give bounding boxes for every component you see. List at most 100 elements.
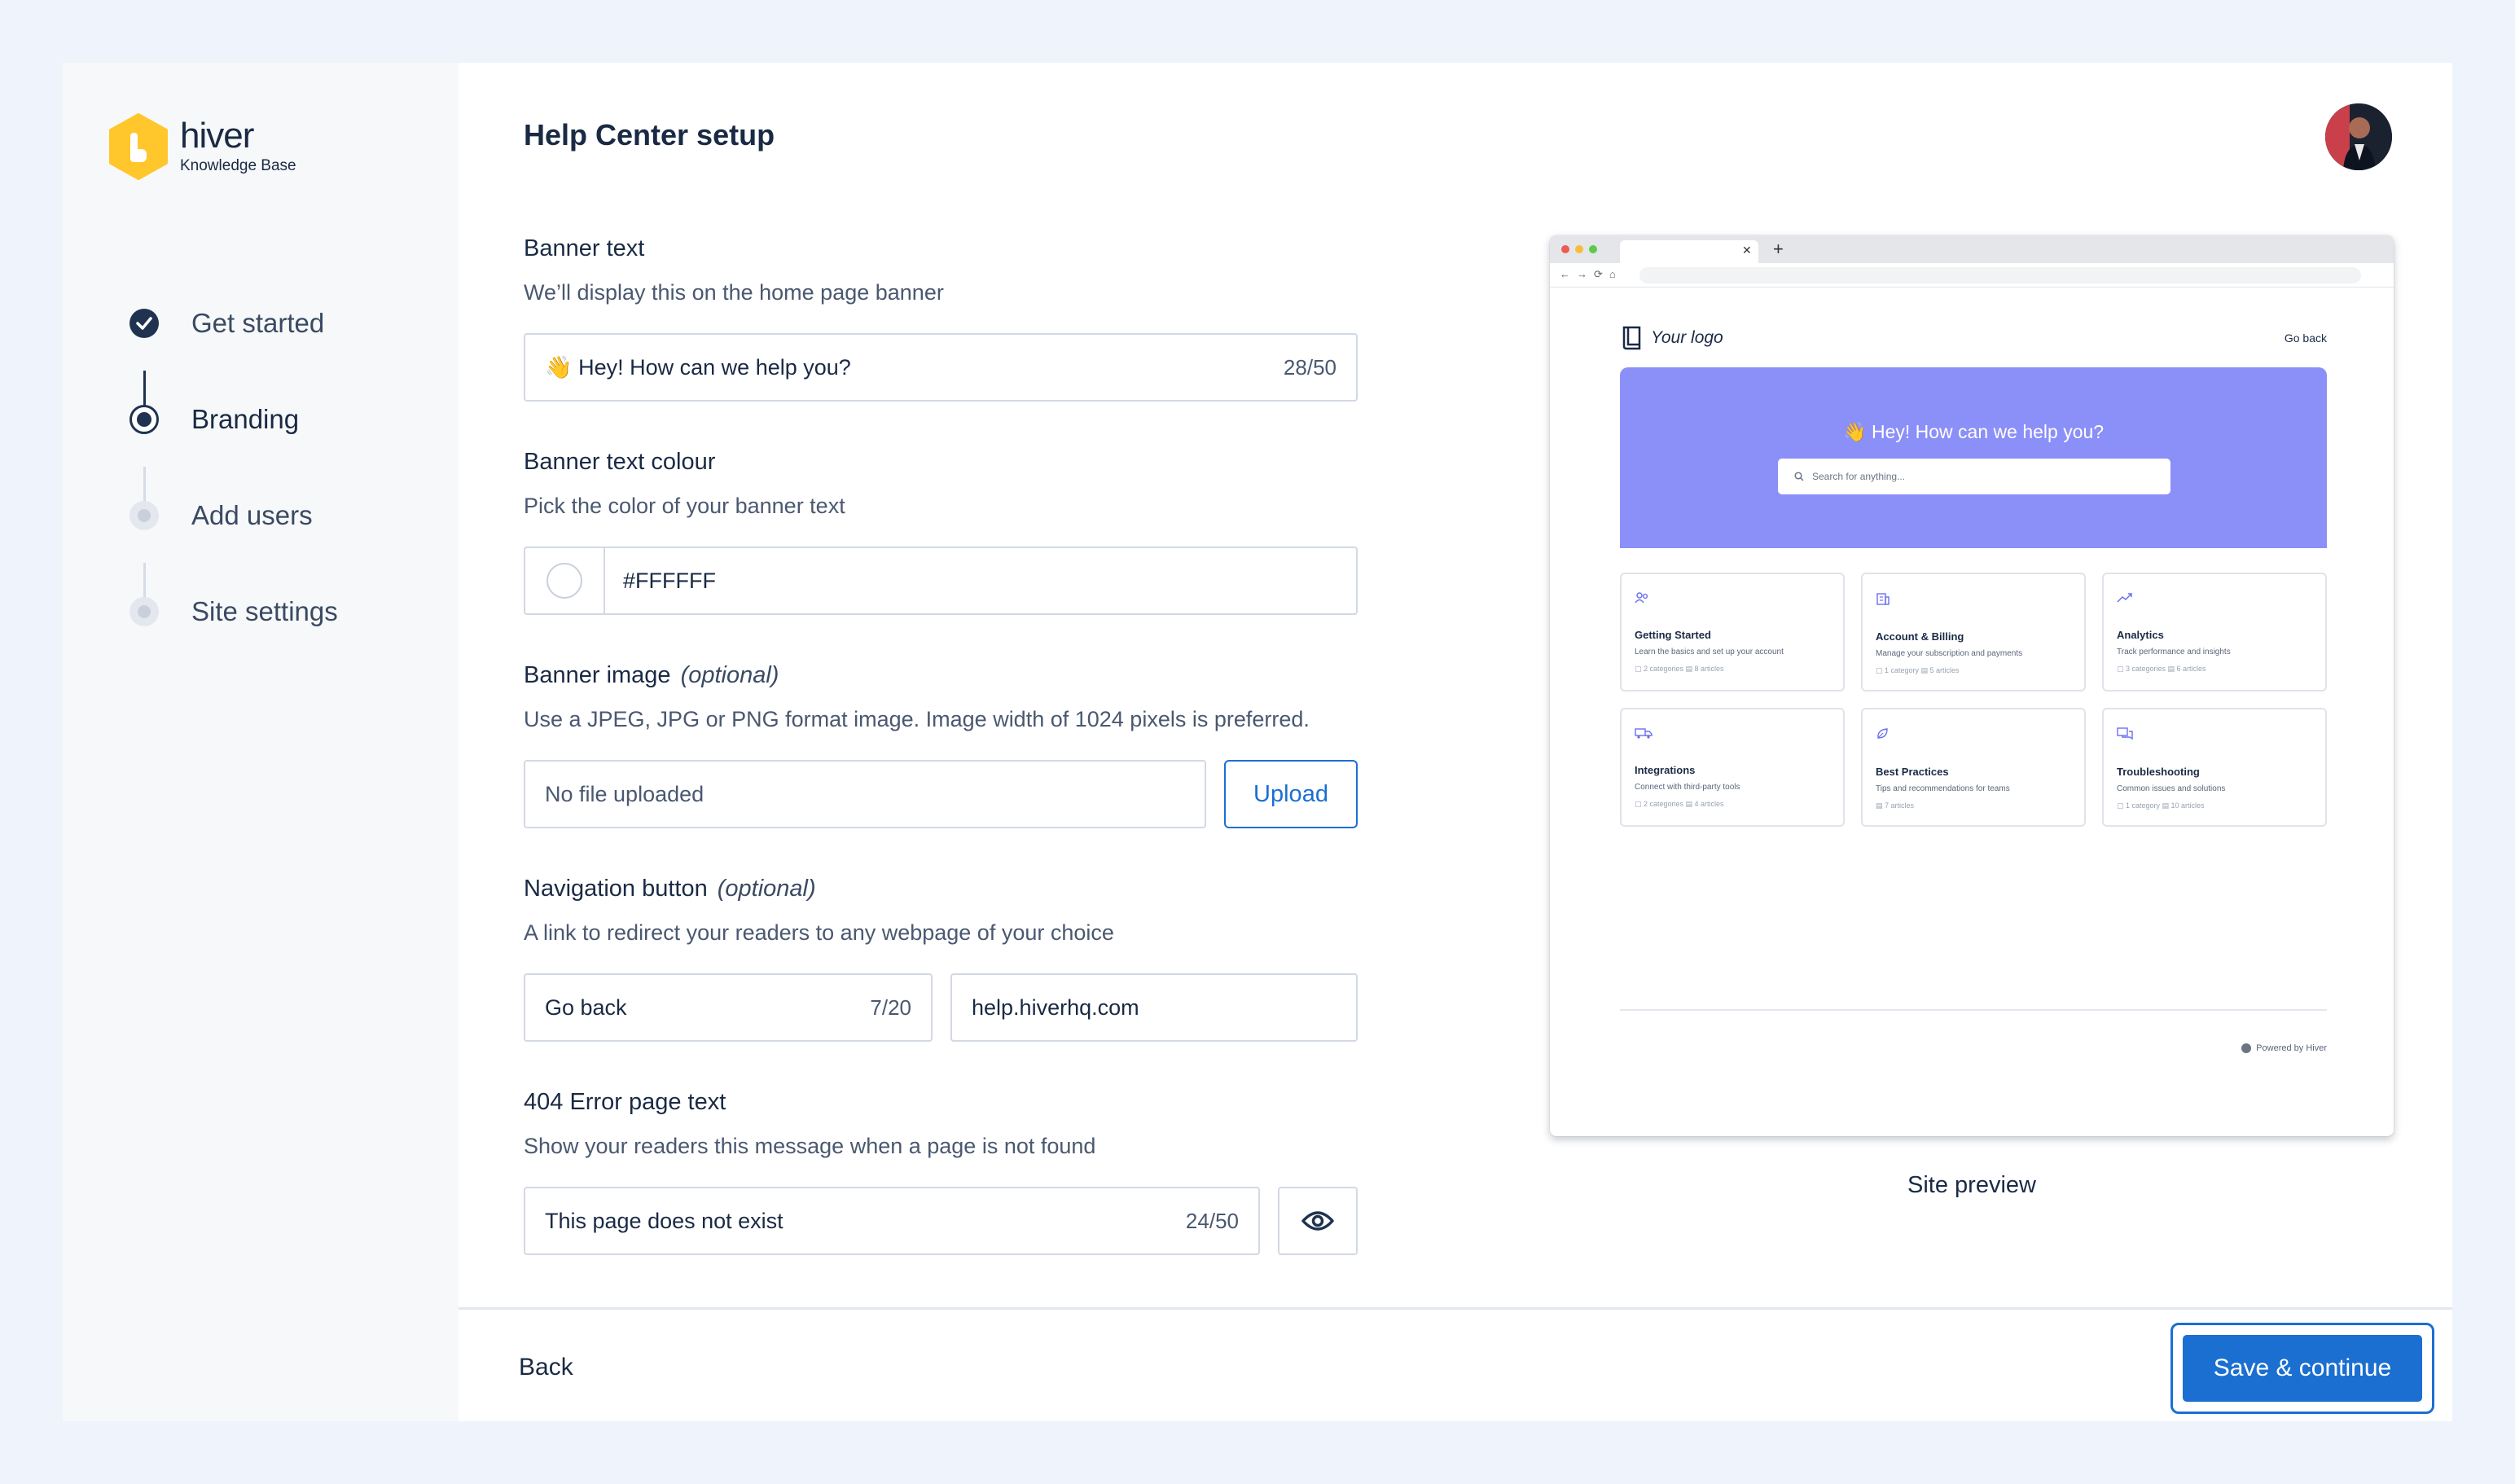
color-swatch: [546, 563, 582, 599]
users-icon: [1635, 592, 1648, 604]
hiver-mini-icon: [2241, 1043, 2252, 1053]
banner-text-title: Banner text: [524, 235, 645, 261]
step-label: Site settings: [191, 596, 338, 626]
banner-image-value: No file uploaded: [545, 781, 704, 806]
card-title: Integrations: [1635, 764, 1696, 776]
setup-steps: Get started Branding Add users Site sett…: [129, 307, 338, 628]
error-page-value: This page does not exist: [545, 1208, 783, 1233]
tab-close-icon: ✕: [1742, 244, 1752, 257]
address-field: [1639, 267, 2361, 283]
error-page-help: Show your readers this message when a pa…: [524, 1134, 1096, 1158]
book-icon: [1622, 326, 1641, 350]
error-page-title: 404 Error page text: [524, 1089, 726, 1115]
site-header: Your logo Go back: [1622, 325, 2327, 351]
powered-by: Powered by Hiver: [2241, 1043, 2327, 1053]
banner-image-field[interactable]: No file uploaded: [524, 760, 1206, 828]
site-footer-divider: [1620, 1009, 2327, 1011]
nav-button-title: Navigation button (optional): [524, 876, 1358, 902]
card-title: Best Practices: [1876, 766, 1949, 778]
step-get-started[interactable]: Get started: [129, 307, 338, 406]
step-branding[interactable]: Branding: [129, 403, 338, 503]
banner-image-title-text: Banner image: [524, 662, 671, 688]
card-desc: Common issues and solutions: [2117, 784, 2226, 793]
category-card: Best Practices Tips and recommendations …: [1861, 708, 2086, 827]
banner-text-help: We’ll display this on the home page bann…: [524, 280, 944, 305]
color-picker-trigger[interactable]: [525, 548, 605, 613]
banner-text-input[interactable]: 👋 Hey! How can we help you? 28/50: [524, 333, 1358, 402]
card-title: Analytics: [2117, 629, 2164, 641]
save-continue-button[interactable]: Save & continue: [2183, 1335, 2422, 1402]
card-desc: Manage your subscription and payments: [1876, 649, 2023, 658]
sidebar: hiver Knowledge Base Get started Brandin…: [63, 63, 459, 1421]
category-card: Troubleshooting Common issues and soluti…: [2102, 708, 2327, 827]
category-card: Integrations Connect with third-party to…: [1620, 708, 1845, 827]
category-card: Getting Started Learn the basics and set…: [1620, 573, 1845, 692]
building-icon: [1876, 593, 1890, 605]
site-go-back-link: Go back: [2284, 331, 2327, 345]
card-title: Account & Billing: [1876, 630, 1964, 643]
nav-button-title-text: Navigation button: [524, 876, 708, 902]
browser-address-bar: ←→⟳⌂: [1550, 263, 2394, 288]
nav-button-label-counter: 7/20: [870, 994, 911, 1020]
browser-tab: [1620, 240, 1758, 263]
brand-subtitle: Knowledge Base: [180, 157, 296, 174]
step-connector: [143, 371, 146, 406]
optional-tag: (optional): [717, 876, 816, 902]
banner-colour-help: Pick the color of your banner text: [524, 494, 845, 518]
step-label: Get started: [191, 308, 325, 338]
browser-tab-bar: ✕ +: [1550, 235, 2394, 263]
card-meta: ▢ 2 categories ▤ 8 articles: [1635, 665, 1724, 673]
card-desc: Tips and recommendations for teams: [1876, 784, 2010, 793]
browser-mockup: ✕ + ←→⟳⌂ Your logo Go back 👋 Hey! How ca…: [1550, 235, 2394, 1136]
card-meta: ▢ 3 categories ▤ 6 articles: [2117, 665, 2206, 673]
user-avatar[interactable]: [2325, 103, 2392, 170]
card-meta: ▢ 2 categories ▤ 4 articles: [1635, 800, 1724, 808]
card-desc: Connect with third-party tools: [1635, 783, 1740, 792]
check-circle-icon: [129, 309, 159, 338]
back-button[interactable]: Back: [519, 1354, 573, 1381]
preview-error-page-button[interactable]: [1278, 1187, 1358, 1255]
nav-button-label-value: Go back: [545, 994, 627, 1020]
site-preview: ✕ + ←→⟳⌂ Your logo Go back 👋 Hey! How ca…: [1550, 235, 2394, 1199]
site-search-box: Search for anything...: [1778, 459, 2170, 494]
error-page-input[interactable]: This page does not exist 24/50: [524, 1187, 1260, 1255]
brand-name: hiver: [180, 116, 254, 156]
optional-tag: (optional): [680, 662, 779, 688]
site-logo-text: Your logo: [1651, 328, 1723, 347]
card-desc: Learn the basics and set up your account: [1635, 648, 1784, 656]
banner-text-counter: 28/50: [1283, 354, 1337, 380]
banner-colour-input[interactable]: #FFFFFF: [524, 547, 1358, 615]
powered-by-text: Powered by Hiver: [2256, 1043, 2327, 1053]
pending-step-icon: [129, 501, 159, 530]
site-search-placeholder: Search for anything...: [1812, 471, 1906, 482]
banner-colour-value: #FFFFFF: [623, 568, 716, 593]
save-focus-ring: Save & continue: [2170, 1323, 2434, 1414]
nav-button-section: Navigation button (optional) A link to re…: [524, 876, 1358, 1042]
nav-button-url-input[interactable]: help.hiverhq.com: [950, 973, 1358, 1042]
app-window: hiver Knowledge Base Get started Brandin…: [63, 63, 2452, 1421]
banner-colour-title: Banner text colour: [524, 449, 716, 475]
step-connector: [143, 467, 146, 503]
nav-button-label-input[interactable]: Go back 7/20: [524, 973, 933, 1042]
step-site-settings[interactable]: Site settings: [129, 595, 338, 628]
site-banner-text: 👋 Hey! How can we help you?: [1842, 421, 2105, 442]
truck-icon: [1635, 728, 1653, 739]
browser-nav-icons: ←→⟳⌂: [1560, 268, 1622, 280]
leaf-icon: [1877, 728, 1888, 739]
step-connector: [143, 563, 146, 599]
card-title: Getting Started: [1635, 629, 1711, 641]
banner-image-section: Banner image (optional) Use a JPEG, JPG o…: [524, 662, 1358, 828]
window-controls: [1561, 245, 1597, 253]
eye-icon: [1301, 1211, 1334, 1231]
preview-caption: Site preview: [1907, 1172, 2036, 1198]
branding-form: Banner text We’ll display this on the ho…: [524, 235, 1358, 1302]
card-meta: ▢ 1 category ▤ 5 articles: [1876, 666, 1960, 674]
banner-image-help: Use a JPEG, JPG or PNG format image. Ima…: [524, 707, 1310, 731]
upload-button[interactable]: Upload: [1224, 760, 1358, 828]
footer-bar: Back Save & continue: [459, 1307, 2452, 1421]
card-title: Troubleshooting: [2117, 766, 2200, 778]
main-content: Help Center setup Banner text We’ll disp…: [459, 63, 2452, 1421]
banner-colour-section: Banner text colour Pick the color of you…: [524, 449, 1358, 615]
step-add-users[interactable]: Add users: [129, 499, 338, 599]
brand-logo: hiver Knowledge Base: [108, 113, 296, 180]
